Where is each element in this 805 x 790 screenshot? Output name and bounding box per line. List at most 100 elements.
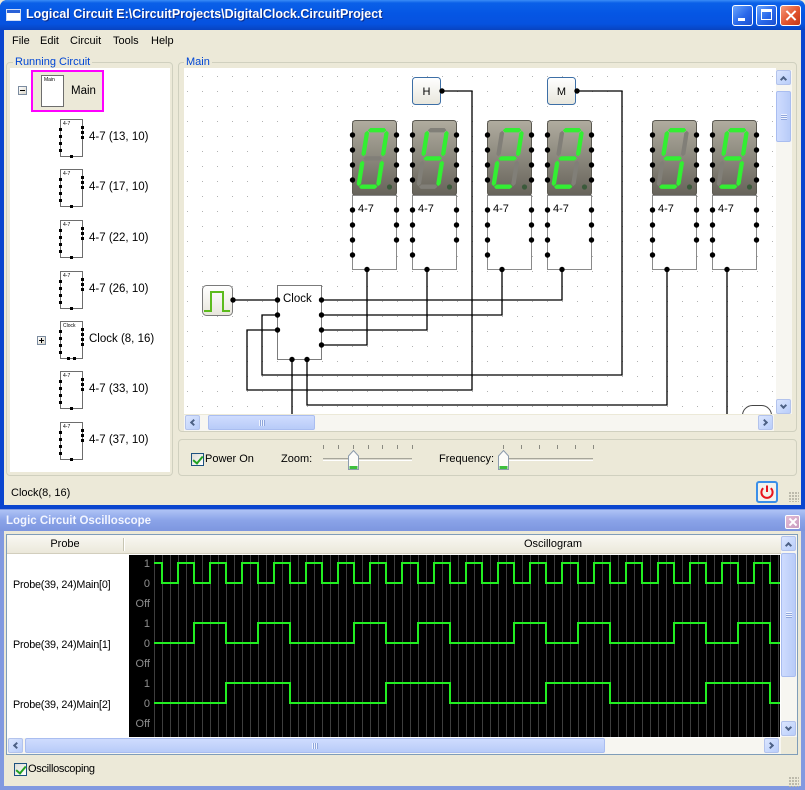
pin[interactable] xyxy=(453,207,460,213)
scroll-thumb[interactable] xyxy=(208,415,315,430)
pin[interactable] xyxy=(453,132,460,138)
slider-thumb[interactable] xyxy=(498,450,509,470)
resize-grip[interactable] xyxy=(789,777,799,787)
pin[interactable] xyxy=(709,237,716,243)
pin[interactable] xyxy=(393,222,400,228)
scroll-thumb[interactable] xyxy=(781,553,796,677)
scroll-thumb[interactable] xyxy=(776,91,791,142)
pin[interactable] xyxy=(393,147,400,153)
pin[interactable] xyxy=(753,177,760,183)
zoom-slider[interactable] xyxy=(323,445,413,473)
column-header-oscillogram[interactable]: Oscillogram xyxy=(124,535,781,553)
pin[interactable] xyxy=(544,222,551,228)
pin[interactable] xyxy=(693,177,700,183)
scroll-up-button[interactable] xyxy=(776,70,791,85)
pin[interactable] xyxy=(349,207,356,213)
menu-file[interactable]: File xyxy=(12,35,30,48)
slider-track[interactable] xyxy=(323,458,412,461)
pin[interactable] xyxy=(588,132,595,138)
pin[interactable] xyxy=(709,207,716,213)
pin[interactable] xyxy=(484,207,491,213)
pin[interactable] xyxy=(499,266,505,273)
pin[interactable] xyxy=(393,177,400,183)
pin[interactable] xyxy=(453,222,460,228)
pin[interactable] xyxy=(588,222,595,228)
column-header-probe[interactable]: Probe xyxy=(7,535,123,553)
pin[interactable] xyxy=(649,222,656,228)
power-button[interactable] xyxy=(756,481,778,503)
pin[interactable] xyxy=(393,132,400,138)
menu-circuit[interactable]: Circuit xyxy=(70,35,101,48)
scroll-left-button[interactable] xyxy=(185,415,200,430)
pin[interactable] xyxy=(318,327,325,333)
tree-item-main[interactable]: Main Main xyxy=(31,70,104,112)
pin[interactable] xyxy=(318,312,325,318)
canvas-vertical-scrollbar[interactable] xyxy=(776,70,792,414)
pin[interactable] xyxy=(693,207,700,213)
pin[interactable] xyxy=(544,132,551,138)
pin[interactable] xyxy=(453,147,460,153)
oscilloscope-horizontal-scrollbar[interactable] xyxy=(7,738,781,754)
pin[interactable] xyxy=(364,266,370,273)
running-circuit-tree[interactable]: Main Main 4-7 4-7 (13, 10) 4-7 4-7 (17, … xyxy=(10,68,170,472)
pin[interactable] xyxy=(544,207,551,213)
expand-toggle[interactable] xyxy=(37,336,46,345)
scroll-right-button[interactable] xyxy=(758,415,773,430)
seven-segment-display[interactable]: 4-7 xyxy=(544,120,595,273)
pin[interactable] xyxy=(393,207,400,213)
pin[interactable] xyxy=(709,177,716,183)
tree-item[interactable]: 4-7 4-7 (13, 10) xyxy=(58,118,170,158)
pin[interactable] xyxy=(318,342,325,348)
pin[interactable] xyxy=(574,88,580,94)
pin[interactable] xyxy=(693,132,700,138)
maximize-button[interactable] xyxy=(756,5,777,26)
pin[interactable] xyxy=(349,132,356,138)
scroll-down-button[interactable] xyxy=(776,399,791,414)
pin[interactable] xyxy=(753,162,760,168)
pin[interactable] xyxy=(409,222,416,228)
tree-item-clock[interactable]: Clock Clock (8, 16) xyxy=(58,320,170,360)
pin[interactable] xyxy=(528,162,535,168)
pin[interactable] xyxy=(588,237,595,243)
menu-edit[interactable]: Edit xyxy=(40,35,59,48)
pin[interactable] xyxy=(753,132,760,138)
pin[interactable] xyxy=(709,162,716,168)
seven-segment-display[interactable]: 4-7 xyxy=(484,120,535,273)
pin[interactable] xyxy=(409,177,416,183)
pin[interactable] xyxy=(484,177,491,183)
pin[interactable] xyxy=(424,266,430,273)
pin[interactable] xyxy=(453,237,460,243)
pin[interactable] xyxy=(753,222,760,228)
pin[interactable] xyxy=(544,252,551,258)
circuit-canvas[interactable]: H M Clock 4-7 4-7 4-7 4-7 4-7 4-7 xyxy=(184,68,776,414)
pin[interactable] xyxy=(753,207,760,213)
pin[interactable] xyxy=(544,147,551,153)
pin[interactable] xyxy=(693,222,700,228)
oscilloscoping-label[interactable]: Oscilloscoping xyxy=(28,762,95,776)
pulse-generator[interactable] xyxy=(202,285,236,316)
title-bar[interactable]: Logical Circuit E:\CircuitProjects\Digit… xyxy=(0,0,805,30)
pin[interactable] xyxy=(349,162,356,168)
minimize-button[interactable] xyxy=(732,5,753,26)
menu-help[interactable]: Help xyxy=(151,35,174,48)
pin[interactable] xyxy=(304,356,310,363)
pin[interactable] xyxy=(588,162,595,168)
close-button[interactable] xyxy=(780,5,801,26)
pin[interactable] xyxy=(649,162,656,168)
pin[interactable] xyxy=(484,162,491,168)
pin[interactable] xyxy=(649,237,656,243)
pin[interactable] xyxy=(274,312,281,318)
pin[interactable] xyxy=(693,147,700,153)
oscilloscoping-checkbox[interactable] xyxy=(14,763,27,776)
clock-component[interactable]: Clock xyxy=(274,285,325,363)
pin[interactable] xyxy=(649,147,656,153)
power-on-checkbox[interactable] xyxy=(191,453,204,466)
scroll-right-button[interactable] xyxy=(764,738,779,753)
pin[interactable] xyxy=(318,297,325,303)
pin[interactable] xyxy=(753,237,760,243)
pin[interactable] xyxy=(649,132,656,138)
pin[interactable] xyxy=(709,132,716,138)
scroll-down-button[interactable] xyxy=(781,721,796,736)
canvas-horizontal-scrollbar[interactable] xyxy=(184,415,774,431)
probe-list[interactable]: Probe Oscillogram Probe(39, 24)Main[0] P… xyxy=(6,534,798,755)
